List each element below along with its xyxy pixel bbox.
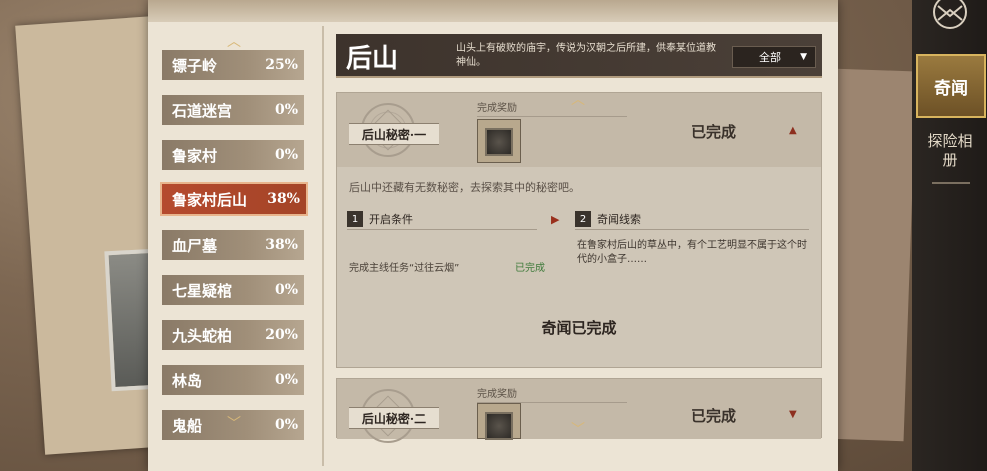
card-body: 后山中还藏有无数秘密，去探索其中的秘密吧。 1 开启条件 ▶ 2 奇闻线索 完成… — [337, 167, 821, 367]
clue-text: 在鲁家村后山的草丛中，有个工艺明显不属于这个时代的小盒子…… — [577, 240, 807, 265]
location-item[interactable]: 七星疑棺 0% — [162, 275, 304, 305]
region-title: 后山 — [346, 44, 399, 74]
location-item[interactable]: 鲁家村 0% — [162, 140, 304, 170]
tab-qiwen[interactable]: 奇闻 — [916, 54, 986, 118]
location-name: 镖子岭 — [172, 56, 218, 75]
location-item[interactable]: 九头蛇柏 20% — [162, 320, 304, 350]
location-item[interactable]: 血尸墓 38% — [162, 230, 304, 260]
location-progress: 0% — [274, 417, 298, 433]
scroll-down-arrow-icon[interactable]: ﹀ — [571, 419, 585, 439]
location-progress: 20% — [265, 327, 298, 343]
tab-album[interactable]: 探险相册 — [922, 132, 978, 170]
location-item[interactable]: 镖子岭 25% — [162, 50, 304, 80]
step-arrow-icon: ▶ — [551, 213, 560, 226]
expand-triangle-icon[interactable]: ▼ — [789, 409, 797, 420]
reward-item[interactable] — [477, 119, 521, 163]
story-complete-text: 奇闻已完成 — [541, 319, 617, 337]
reward-label: 完成奖励 — [477, 99, 627, 117]
list-scroll-down-icon[interactable]: ﹀ — [224, 417, 244, 431]
location-progress: 0% — [274, 282, 298, 298]
location-name: 林岛 — [172, 371, 203, 390]
location-name: 七星疑棺 — [172, 281, 233, 300]
location-name: 鲁家村 — [172, 146, 218, 165]
secret-label: 后山秘密·一 — [349, 123, 439, 145]
step-open-condition: 1 开启条件 — [347, 211, 537, 230]
secret-label: 后山秘密·二 — [349, 407, 439, 429]
location-name: 九头蛇柏 — [172, 326, 233, 345]
location-item[interactable]: 林岛 0% — [162, 365, 304, 395]
secret-card-2[interactable]: 后山秘密·二 完成奖励 已完成 ▼ ﹀ — [336, 378, 822, 443]
location-name: 鲁家村后山 — [172, 190, 248, 209]
location-name: 血尸墓 — [172, 236, 218, 255]
reward-label: 完成奖励 — [477, 385, 627, 403]
card-header[interactable]: 后山秘密·二 完成奖励 已完成 ▼ ﹀ — [337, 379, 821, 443]
step-number: 2 — [575, 211, 591, 227]
collapse-triangle-icon[interactable]: ▲ — [789, 125, 797, 136]
location-item[interactable]: 鲁家村后山 38% — [160, 182, 308, 216]
step-clue: 2 奇闻线索 — [575, 211, 809, 230]
card-header[interactable]: 后山秘密·一 ︿ 完成奖励 已完成 ▲ — [337, 92, 821, 167]
box-icon — [485, 128, 513, 156]
side-menu: 奇闻 探险相册 — [912, 0, 987, 471]
completion-status: 已完成 — [691, 123, 737, 141]
location-name: 鬼船 — [172, 416, 203, 435]
secret-intro: 后山中还藏有无数秘密，去探索其中的秘密吧。 — [349, 181, 580, 194]
filter-dropdown[interactable]: 全部 ▼ — [732, 46, 816, 68]
location-item[interactable]: 石道迷宫 0% — [162, 95, 304, 125]
paper-top-band — [148, 0, 838, 22]
step-label: 奇闻线索 — [597, 213, 641, 226]
dropdown-arrow-icon: ▼ — [800, 52, 807, 62]
completion-status: 已完成 — [691, 407, 737, 425]
location-progress: 0% — [274, 102, 298, 118]
location-name: 石道迷宫 — [172, 101, 233, 120]
condition-status: 已完成 — [515, 263, 545, 274]
menu-divider — [932, 182, 970, 184]
location-progress: 0% — [274, 372, 298, 388]
step-number: 1 — [347, 211, 363, 227]
condition-text: 完成主线任务“过往云烟” — [349, 263, 460, 274]
box-icon — [485, 412, 513, 440]
location-progress: 0% — [274, 147, 298, 163]
reward-item[interactable] — [477, 403, 521, 440]
location-progress: 38% — [267, 191, 300, 207]
region-description: 山头上有破败的庙宇，传说为汉朝之后所建，供奉某位道教神仙。 — [456, 43, 716, 68]
panel-divider — [322, 26, 324, 466]
list-scroll-up-icon[interactable]: ︿ — [224, 35, 244, 49]
location-progress: 25% — [265, 57, 298, 73]
filter-value: 全部 — [759, 51, 781, 64]
step-label: 开启条件 — [369, 213, 413, 226]
secret-card-1: 后山秘密·一 ︿ 完成奖励 已完成 ▲ 后山中还藏有无数秘密，去探索其中的秘密吧… — [336, 92, 822, 368]
region-header: 后山 山头上有破败的庙宇，传说为汉朝之后所建，供奉某位道教神仙。 全部 ▼ — [336, 34, 822, 78]
emblem-icon[interactable] — [928, 0, 972, 34]
location-progress: 38% — [265, 237, 298, 253]
